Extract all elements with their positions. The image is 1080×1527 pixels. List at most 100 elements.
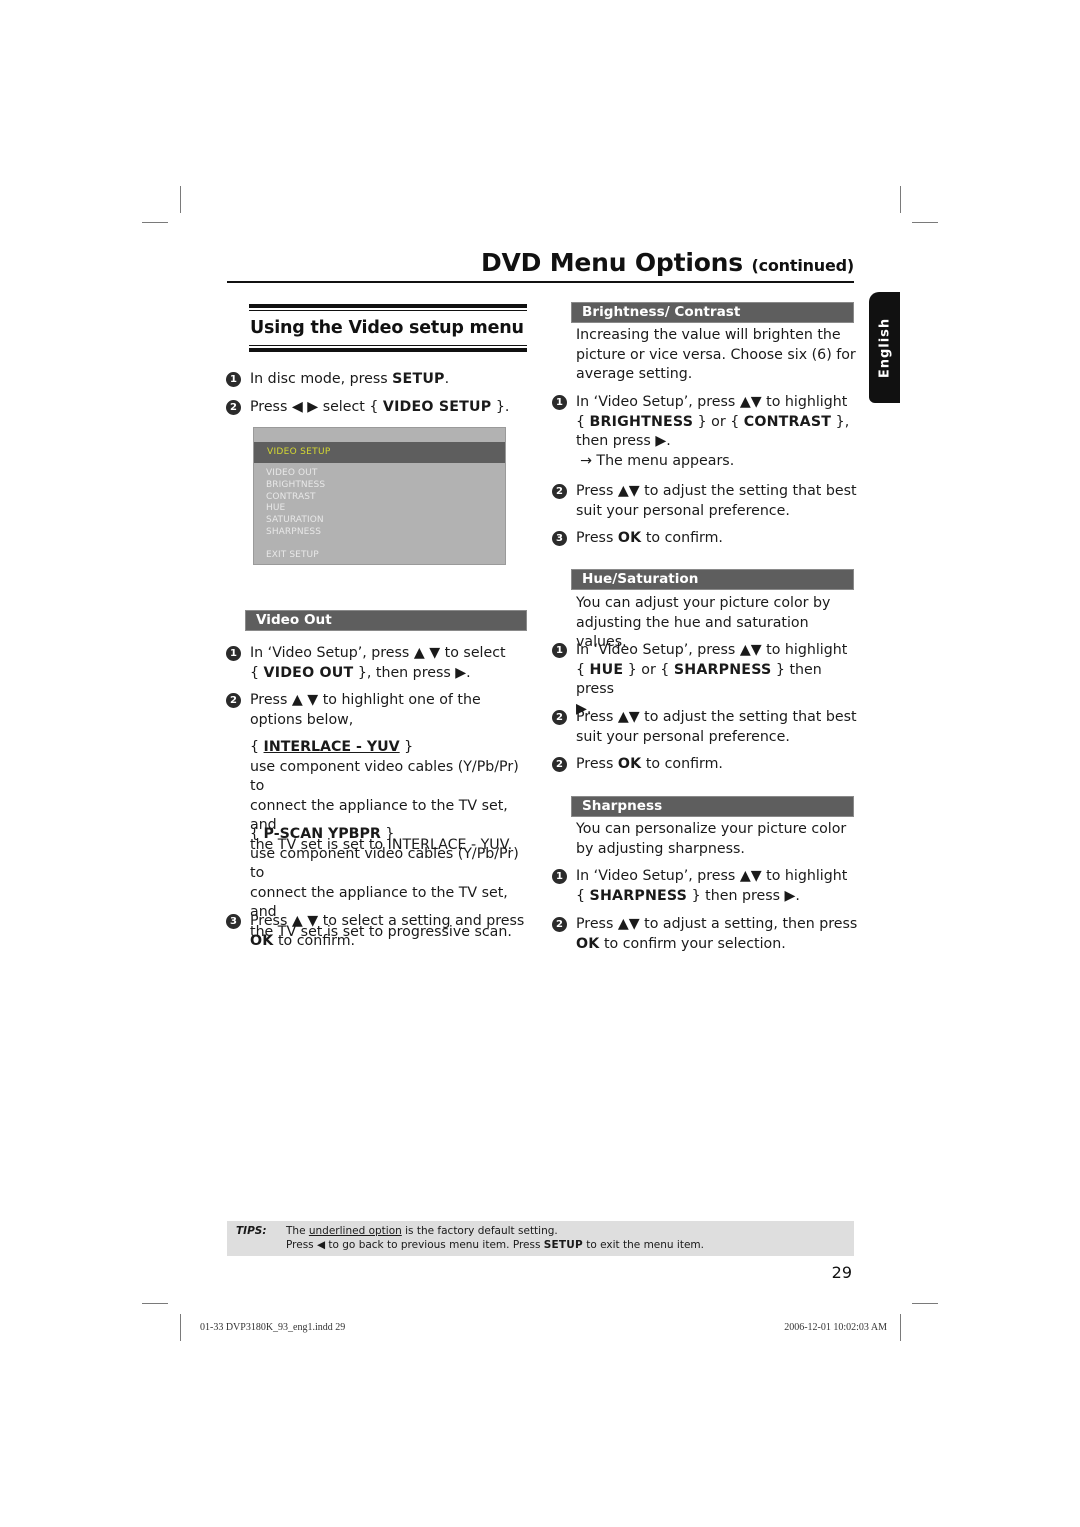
step-key: SHARPNESS: [673, 661, 772, 678]
intro-step-2: 2 Press ◀ ▶ select { VIDEO SETUP }.: [226, 398, 530, 418]
slug-timestamp: 2006-12-01 10:02:03 AM: [784, 1322, 887, 1333]
tips-text: Press ◀ to go back to previous menu item…: [286, 1239, 544, 1251]
section-bar-hue-saturation: Hue/Saturation: [571, 569, 854, 590]
step-text: Press ▲▼ to adjust the setting that best: [576, 483, 857, 499]
step-number-icon: 1: [226, 372, 241, 387]
video-out-step-1: 1 In ‘Video Setup’, press ▲ ▼ to select …: [226, 644, 530, 683]
step-text: options below,: [250, 711, 354, 728]
step-key: OK: [617, 530, 642, 546]
page-title-suffix: (continued): [751, 256, 854, 275]
tips-text: to exit the menu item.: [582, 1239, 704, 1251]
language-tab: English: [869, 292, 900, 403]
crop-mark: [900, 186, 901, 213]
step-key: OK: [617, 756, 642, 772]
step-text: Press ◀ ▶ select {: [250, 399, 383, 415]
step-text: In disc mode, press: [250, 371, 393, 387]
desc-line: average setting.: [576, 366, 693, 382]
tips-line-1: The underlined option is the factory def…: [286, 1225, 558, 1237]
step-text: Press ▲▼ to adjust a setting, then press: [576, 916, 858, 932]
tips-box: TIPS: The underlined option is the facto…: [227, 1221, 854, 1256]
step-text: In ‘Video Setup’, press ▲▼ to highlight: [576, 394, 848, 410]
step-text: Press ▲ ▼ to select a setting and press: [250, 913, 525, 929]
section-bar-video-out: Video Out: [245, 610, 527, 631]
step-text: },: [831, 413, 850, 430]
step-text: Press ▲▼ to adjust the setting that best: [576, 709, 857, 725]
tips-underlined: underlined option: [308, 1225, 402, 1237]
step-text: In ‘Video Setup’, press ▲▼ to highlight: [576, 642, 848, 658]
step-key: OK: [576, 935, 600, 952]
heading-rule: [249, 345, 527, 346]
menu-item: HUE: [266, 503, 286, 513]
sharpness-step-2: 2 Press ▲▼ to adjust a setting, then pre…: [552, 915, 861, 954]
tips-line-2: Press ◀ to go back to previous menu item…: [286, 1239, 704, 1251]
step-key: VIDEO SETUP: [382, 399, 492, 415]
crop-mark: [142, 1303, 168, 1304]
menu-item: CONTRAST: [266, 492, 316, 502]
crop-mark: [912, 1303, 938, 1304]
brightness-step-1: 1 In ‘Video Setup’, press ▲▼ to highligh…: [552, 393, 861, 471]
step-text: to confirm.: [273, 932, 356, 949]
heading-rule: [249, 304, 527, 308]
crop-mark: [900, 1314, 901, 1341]
crop-mark: [142, 222, 168, 223]
step-text: Press ▲ ▼ to highlight one of the: [250, 692, 481, 708]
section-heading: Using the Video setup menu: [249, 304, 527, 352]
step-number-icon: 3: [226, 914, 241, 929]
step-text: {: [250, 664, 264, 681]
step-result: → The menu appears.: [580, 452, 735, 469]
tips-label: TIPS:: [236, 1225, 267, 1237]
step-number-icon: 1: [226, 646, 241, 661]
step-text: Press: [576, 756, 618, 772]
step-text: } then press ▶.: [687, 887, 800, 904]
tips-text: The: [286, 1225, 309, 1237]
step-number-icon: 2: [226, 693, 241, 708]
menu-item: SATURATION: [266, 515, 324, 525]
desc-line: You can adjust your picture color by: [576, 595, 831, 611]
step-text: }.: [491, 399, 510, 415]
step-text: }, then press ▶.: [353, 664, 471, 681]
brightness-step-3: 3 Press OK to confirm.: [552, 529, 861, 549]
step-text: } or {: [623, 661, 674, 678]
slug-filename: 01-33 DVP3180K_93_eng1.indd 29: [200, 1322, 346, 1333]
video-out-step-2: 2 Press ▲ ▼ to highlight one of the opti…: [226, 691, 530, 730]
crop-mark: [912, 222, 938, 223]
step-key: BRIGHTNESS: [589, 413, 694, 430]
sharpness-desc: You can personalize your picture color b…: [576, 820, 861, 859]
option-desc: use component video cables (Y/Pb/Pr) to: [250, 758, 519, 795]
desc-line: by adjusting sharpness.: [576, 840, 745, 857]
tips-text: is the factory default setting.: [401, 1225, 558, 1237]
step-number-icon: 2: [226, 400, 241, 415]
page-title: DVD Menu Options (continued): [227, 248, 854, 277]
video-out-step-3: 3 Press ▲ ▼ to select a setting and pres…: [226, 912, 530, 951]
step-number-icon: 1: [552, 869, 567, 884]
step-text: to confirm.: [641, 756, 723, 772]
hue-step-2: 2 Press ▲▼ to adjust the setting that be…: [552, 708, 861, 747]
menu-header: VIDEO SETUP: [254, 442, 505, 463]
crop-mark: [180, 1314, 181, 1341]
step-key: OK: [250, 932, 274, 949]
step-text: Press: [576, 530, 618, 546]
option-title: P-SCAN YPBPR: [263, 826, 381, 842]
step-text: } or {: [693, 413, 744, 430]
step-number-icon: 2: [552, 710, 567, 725]
step-number-icon: 2: [552, 484, 567, 499]
language-tab-label: English: [877, 317, 892, 378]
heading-rule: [249, 348, 527, 352]
step-number-icon: 1: [552, 395, 567, 410]
desc-line: You can personalize your picture color: [576, 821, 847, 837]
step-text: suit your personal preference.: [576, 502, 790, 519]
section-bar-sharpness: Sharpness: [571, 796, 854, 817]
step-text: suit your personal preference.: [576, 728, 790, 745]
step-key: SETUP: [392, 371, 445, 387]
desc-line: Increasing the value will brighten the: [576, 327, 841, 343]
tips-key: SETUP: [543, 1239, 583, 1251]
step-text: to confirm your selection.: [599, 935, 786, 952]
step-key: VIDEO OUT: [263, 664, 354, 681]
brightness-step-2: 2 Press ▲▼ to adjust the setting that be…: [552, 482, 861, 521]
step-text: to confirm.: [641, 530, 723, 546]
intro-step-1: 1 In disc mode, press SETUP.: [226, 370, 530, 390]
sharpness-step-1: 1 In ‘Video Setup’, press ▲▼ to highligh…: [552, 867, 861, 906]
title-rule: [227, 281, 854, 283]
video-setup-menu-screenshot: VIDEO SETUP VIDEO OUT BRIGHTNESS CONTRAS…: [253, 427, 506, 565]
step-number-icon: 1: [552, 643, 567, 658]
